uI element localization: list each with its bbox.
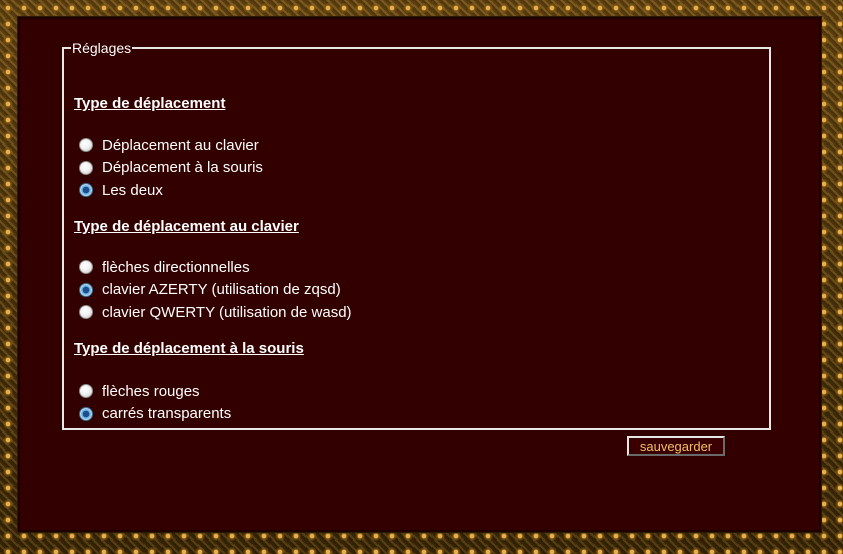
radio-label: clavier QWERTY (utilisation de wasd) bbox=[102, 303, 352, 321]
radio-button-selected[interactable] bbox=[79, 183, 93, 198]
radio-label: clavier AZERTY (utilisation de zqsd) bbox=[102, 281, 341, 299]
mouse-type-options: flèches rouges carrés transparents bbox=[79, 380, 231, 425]
save-button[interactable]: sauvegarder bbox=[627, 436, 725, 456]
radio-option-arrow-keys[interactable]: flèches directionnelles bbox=[79, 256, 352, 279]
radio-option-qwerty[interactable]: clavier QWERTY (utilisation de wasd) bbox=[79, 301, 352, 324]
settings-fieldset: Réglages Type de déplacement Déplacement… bbox=[62, 40, 771, 456]
radio-button[interactable] bbox=[79, 138, 93, 153]
radio-button-selected[interactable] bbox=[79, 406, 93, 421]
radio-option-red-arrows[interactable]: flèches rouges bbox=[79, 380, 231, 403]
radio-option-transparent-squares[interactable]: carrés transparents bbox=[79, 403, 231, 426]
keyboard-type-options: flèches directionnelles clavier AZERTY (… bbox=[79, 256, 352, 324]
radio-button-selected[interactable] bbox=[79, 282, 93, 297]
radio-button[interactable] bbox=[79, 260, 93, 275]
radio-option-keyboard[interactable]: Déplacement au clavier bbox=[79, 134, 263, 157]
radio-option-both[interactable]: Les deux bbox=[79, 179, 263, 202]
radio-button[interactable] bbox=[79, 160, 93, 175]
radio-label: Déplacement au clavier bbox=[102, 136, 259, 154]
mouse-type-title: Type de déplacement à la souris bbox=[74, 340, 304, 357]
radio-label: carrés transparents bbox=[102, 405, 232, 423]
radio-label: Déplacement à la souris bbox=[102, 159, 263, 177]
radio-label: flèches directionnelles bbox=[102, 258, 250, 276]
movement-type-title: Type de déplacement bbox=[74, 95, 226, 112]
settings-legend: Réglages bbox=[72, 40, 132, 56]
radio-label: flèches rouges bbox=[102, 382, 200, 400]
radio-button[interactable] bbox=[79, 384, 93, 399]
keyboard-type-title: Type de déplacement au clavier bbox=[74, 218, 299, 235]
radio-option-azerty[interactable]: clavier AZERTY (utilisation de zqsd) bbox=[79, 279, 352, 302]
movement-type-options: Déplacement au clavier Déplacement à la … bbox=[79, 134, 263, 202]
settings-panel: Réglages Type de déplacement Déplacement… bbox=[18, 17, 821, 532]
radio-label: Les deux bbox=[102, 181, 163, 199]
radio-option-mouse[interactable]: Déplacement à la souris bbox=[79, 157, 263, 180]
radio-button[interactable] bbox=[79, 305, 93, 320]
